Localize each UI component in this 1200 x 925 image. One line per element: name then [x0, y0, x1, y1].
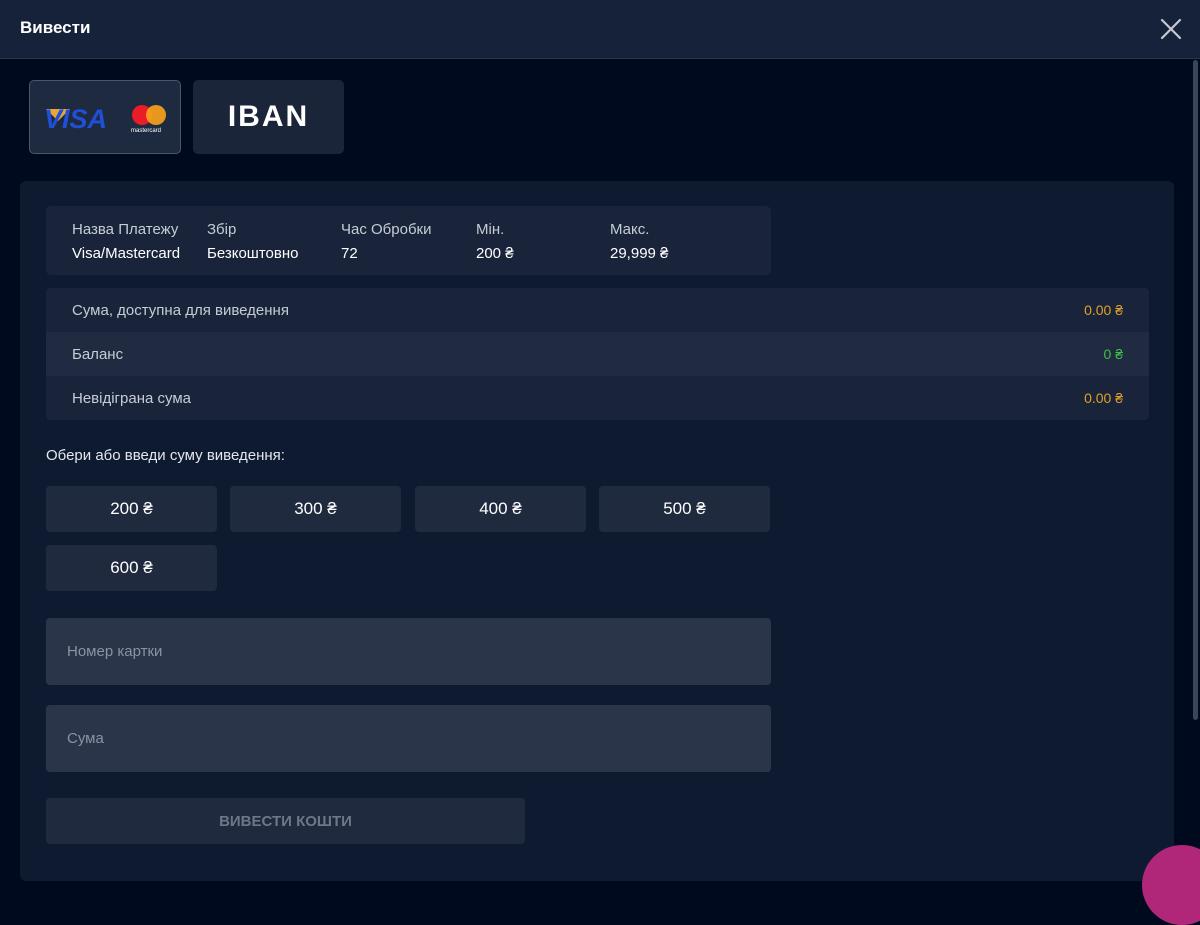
- amount-button-500[interactable]: 500 ₴: [599, 486, 770, 532]
- balance-row-unplayed: Невідіграна сума 0.00 ₴: [46, 376, 1149, 420]
- card-number-input[interactable]: [65, 642, 771, 661]
- withdraw-submit-button[interactable]: ВИВЕСТИ КОШТИ: [46, 798, 525, 844]
- info-fee: Збір Безкоштовно: [207, 221, 299, 262]
- payment-info: Назва Платежу Visa/Mastercard Збір Безко…: [46, 206, 771, 275]
- amount-button-400[interactable]: 400 ₴: [415, 486, 586, 532]
- balance-table: Сума, доступна для виведення 0.00 ₴ Бала…: [46, 288, 1149, 420]
- amount-button-600[interactable]: 600 ₴: [46, 545, 217, 591]
- scrollbar[interactable]: [1193, 60, 1198, 720]
- amount-button-300[interactable]: 300 ₴: [230, 486, 401, 532]
- mastercard-logo-text: mastercard: [131, 128, 161, 134]
- dialog-title: Вивести: [20, 18, 91, 37]
- visa-logo-icon: VISA mastercard: [44, 104, 166, 134]
- balance-value: 0 ₴: [1103, 346, 1123, 362]
- balance-row-available: Сума, доступна для виведення 0.00 ₴: [46, 288, 1149, 332]
- card-number-field[interactable]: [46, 618, 771, 685]
- method-iban[interactable]: IBAN: [193, 80, 344, 154]
- close-button[interactable]: [1156, 14, 1186, 44]
- balance-row-balance: Баланс 0 ₴: [46, 332, 1149, 376]
- dialog-header: Вивести: [0, 0, 1200, 59]
- close-icon: [1160, 18, 1182, 40]
- info-max: Макс. 29,999 ₴: [610, 221, 669, 262]
- info-payment-name: Назва Платежу Visa/Mastercard: [72, 221, 181, 262]
- iban-logo-text: IBAN: [227, 100, 310, 133]
- amount-input[interactable]: [65, 729, 771, 748]
- amount-prompt: Обери або введи суму виведення:: [46, 447, 285, 464]
- info-processing-time: Час Обробки 72: [341, 221, 432, 262]
- amount-button-200[interactable]: 200 ₴: [46, 486, 217, 532]
- method-visa-mastercard[interactable]: VISA mastercard: [29, 80, 181, 154]
- info-min: Мін. 200 ₴: [476, 221, 514, 262]
- balance-value: 0.00 ₴: [1084, 302, 1123, 318]
- amount-field[interactable]: [46, 705, 771, 772]
- balance-value: 0.00 ₴: [1084, 390, 1123, 406]
- visa-logo-text: VISA: [44, 104, 107, 134]
- withdraw-panel: Назва Платежу Visa/Mastercard Збір Безко…: [20, 181, 1174, 881]
